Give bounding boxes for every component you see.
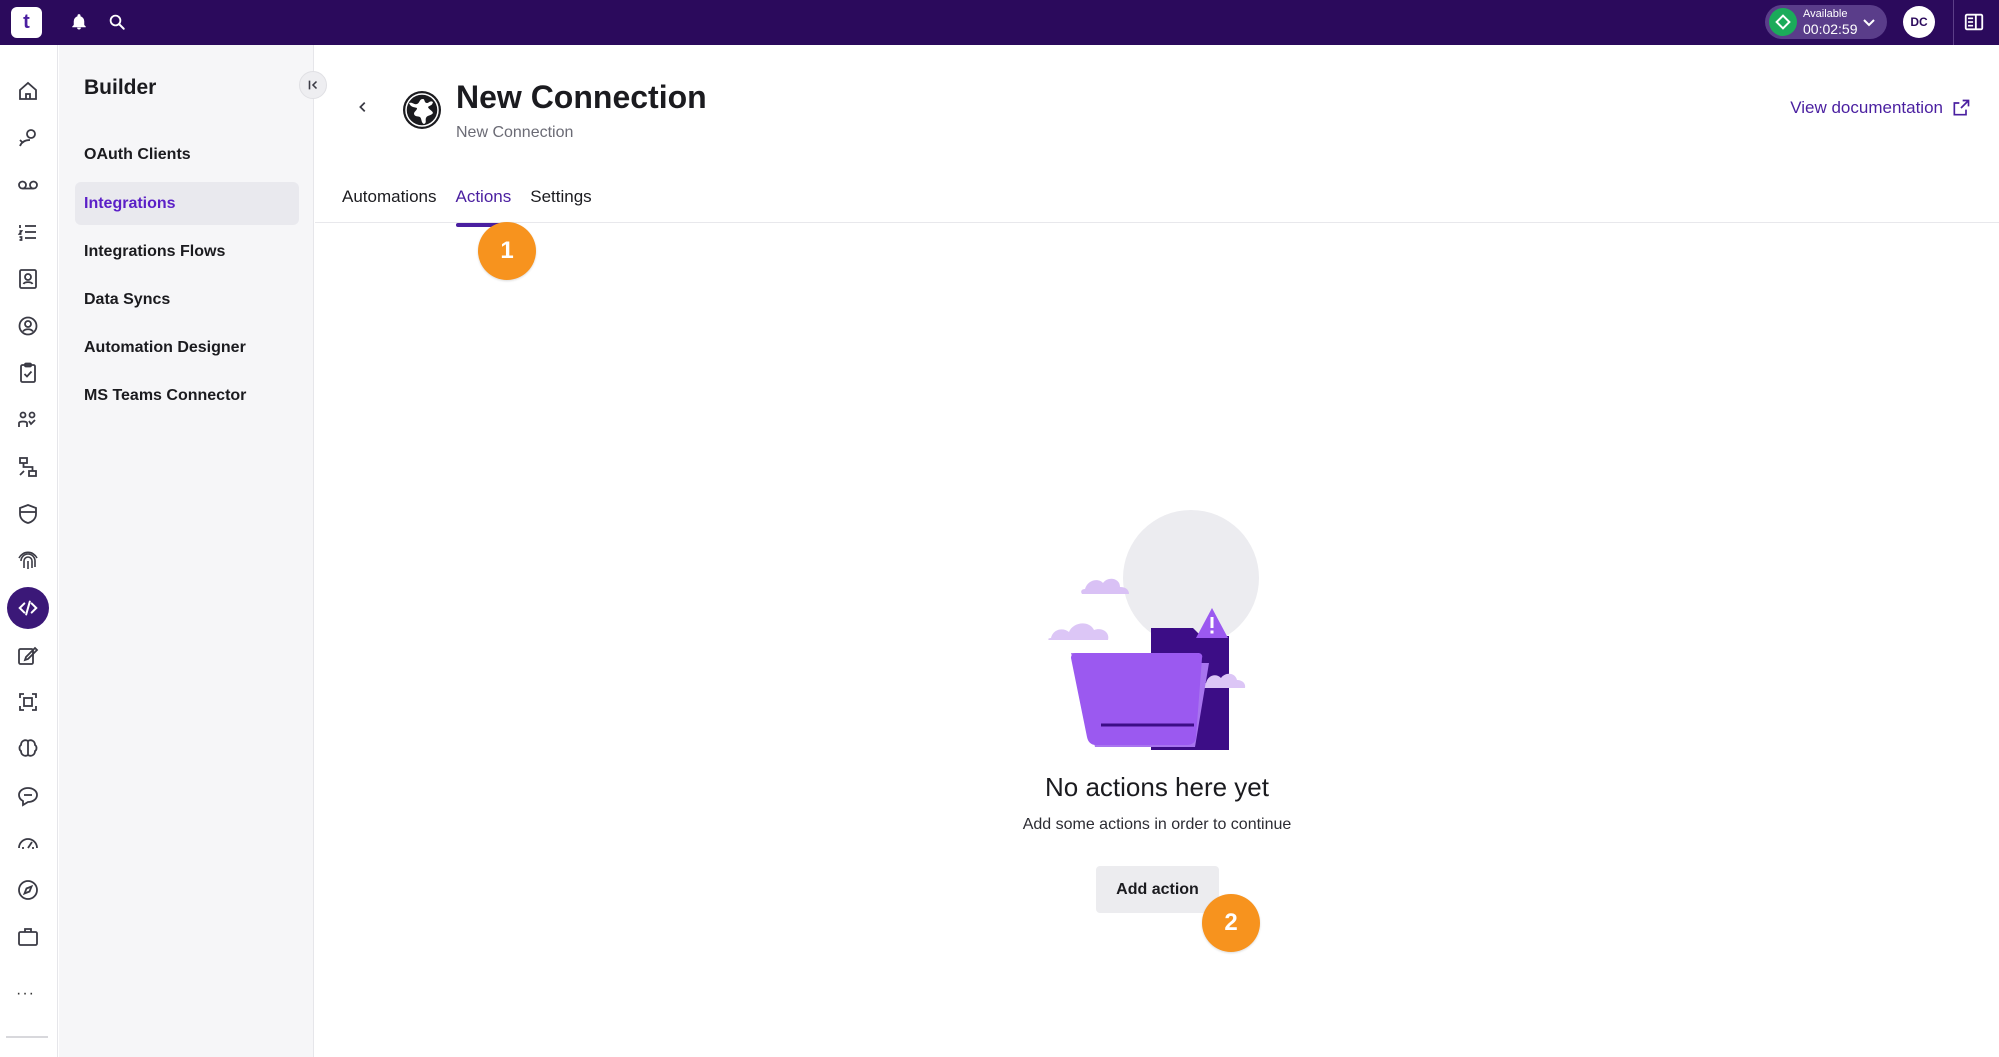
app-root: t Available 00:02:59 DC ··· Builder OAut…	[0, 0, 1999, 1057]
tabs-divider	[315, 222, 1999, 223]
nav-item-integrations-flows[interactable]: Integrations Flows	[75, 230, 299, 273]
routing-icon[interactable]	[7, 117, 49, 159]
presence-status-button[interactable]: Available 00:02:59	[1765, 5, 1887, 39]
flow-icon[interactable]	[7, 446, 49, 488]
presence-available-icon	[1769, 8, 1797, 36]
empty-state-title: No actions here yet	[1044, 772, 1269, 802]
contacts-icon[interactable]	[7, 258, 49, 300]
builder-panel: Builder OAuth Clients Integrations Integ…	[59, 45, 327, 1057]
task-icon[interactable]	[7, 352, 49, 394]
briefcase-icon[interactable]	[7, 916, 49, 958]
presence-timer: 00:02:59	[1803, 20, 1858, 37]
add-action-button[interactable]: Add action	[1096, 866, 1219, 913]
left-rail: ···	[0, 45, 58, 1057]
fingerprint-icon[interactable]	[7, 540, 49, 582]
page-subtitle: New Connection	[456, 124, 574, 141]
tab-actions[interactable]: Actions	[455, 187, 511, 227]
side-panel-toggle-icon[interactable]	[1962, 10, 1986, 34]
tab-automations[interactable]: Automations	[342, 187, 437, 227]
presence-label: Available	[1803, 7, 1848, 20]
team-icon[interactable]	[7, 399, 49, 441]
tab-settings[interactable]: Settings	[530, 187, 591, 227]
compass-icon[interactable]	[7, 869, 49, 911]
nav-item-data-syncs[interactable]: Data Syncs	[75, 278, 299, 321]
brain-icon[interactable]	[7, 728, 49, 770]
tab-bar: Automations Actions Settings	[342, 187, 611, 227]
globe-icon	[403, 91, 441, 129]
back-button[interactable]	[353, 97, 373, 117]
empty-folder-illustration	[1048, 510, 1259, 750]
voicemail-icon[interactable]	[7, 164, 49, 206]
chat-bubble-icon[interactable]	[7, 775, 49, 817]
chevron-left-icon	[359, 102, 366, 112]
view-documentation-label: View documentation	[1790, 98, 1943, 117]
nav-item-ms-teams-connector[interactable]: MS Teams Connector	[75, 374, 299, 417]
empty-state-description: Add some actions in order to continue	[1022, 816, 1292, 833]
app-logo-text: t	[23, 11, 30, 33]
nav-item-oauth-clients[interactable]: OAuth Clients	[75, 133, 299, 176]
top-bar: t Available 00:02:59 DC	[0, 0, 1999, 45]
shield-icon[interactable]	[7, 493, 49, 535]
collapse-panel-button[interactable]	[299, 71, 327, 99]
chevron-down-icon	[1863, 19, 1875, 27]
topbar-divider	[1953, 0, 1954, 45]
speedometer-icon[interactable]	[7, 822, 49, 864]
agent-icon[interactable]	[7, 305, 49, 347]
step-marker-2: 2	[1202, 894, 1260, 952]
collapse-left-icon	[308, 80, 318, 90]
queue-list-icon[interactable]	[7, 211, 49, 253]
main-content: New Connection New Connection View docum…	[315, 45, 1999, 1057]
more-apps-button[interactable]: ···	[16, 985, 35, 1003]
home-icon[interactable]	[7, 70, 49, 112]
user-avatar[interactable]: DC	[1903, 6, 1935, 38]
panel-title: Builder	[84, 76, 157, 99]
page-title: New Connection	[456, 79, 707, 115]
edit-icon[interactable]	[7, 634, 49, 676]
screen-capture-icon[interactable]	[7, 681, 49, 723]
rail-divider	[6, 1036, 48, 1038]
app-logo[interactable]: t	[11, 7, 42, 38]
nav-item-automation-designer[interactable]: Automation Designer	[75, 326, 299, 369]
bell-icon[interactable]	[67, 10, 91, 34]
nav-item-integrations[interactable]: Integrations	[75, 182, 299, 225]
code-icon[interactable]	[7, 587, 49, 629]
step-marker-1: 1	[478, 222, 536, 280]
search-icon[interactable]	[105, 10, 129, 34]
view-documentation-link[interactable]: View documentation	[1790, 98, 1971, 118]
external-link-icon	[1953, 99, 1970, 116]
